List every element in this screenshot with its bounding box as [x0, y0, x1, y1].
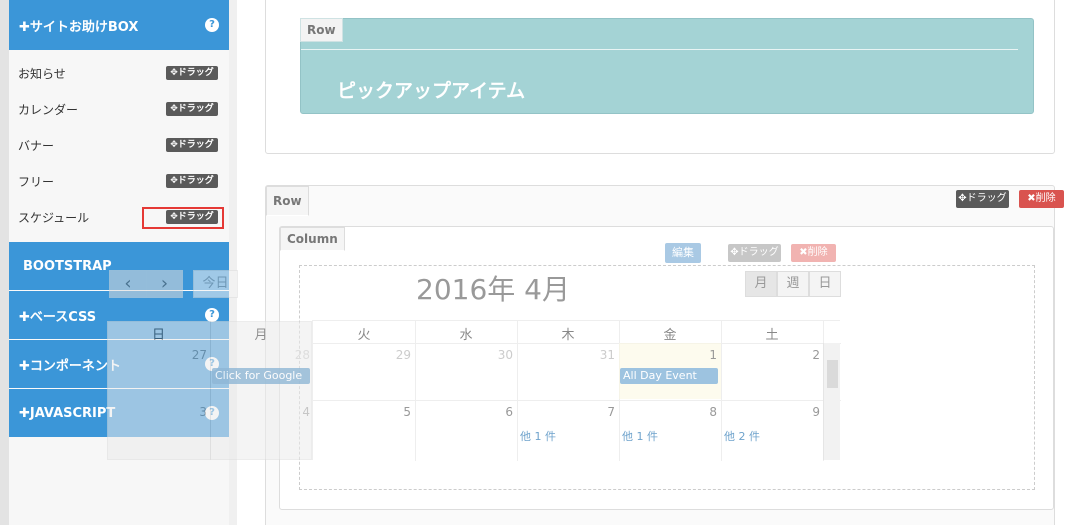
day-cell: 3 [199, 405, 207, 419]
component-label: ✚コンポーネント [19, 358, 121, 374]
sidebar-item-calendar[interactable]: カレンダー ✥ドラッグ [9, 91, 229, 127]
weekday-thu: 木 [561, 328, 575, 343]
calendar-scrollbar[interactable] [823, 343, 840, 460]
day-cell: 30 [497, 348, 513, 362]
event-all-day[interactable]: All Day Event [620, 368, 718, 384]
column-tab[interactable]: Column [280, 227, 345, 251]
help-icon[interactable]: ? [205, 18, 219, 32]
sidebar-item-label: お知らせ [18, 66, 66, 81]
today-button[interactable]: 今日 [193, 270, 238, 298]
column-edit-button[interactable]: 編集 [665, 243, 701, 263]
row-tab[interactable]: Row [300, 18, 343, 42]
row-drag-button[interactable]: ✥ドラッグ [956, 190, 1009, 208]
site-help-header[interactable]: ✚サイトお助けBOX ? [9, 0, 229, 50]
weekday-fri: 金 [663, 328, 677, 343]
javascript-label: ✚JAVASCRIPT [19, 405, 116, 421]
more-events-link[interactable]: 他 1 件 [520, 428, 556, 444]
banner-divider [301, 49, 1018, 50]
day-cell: 1 [709, 348, 717, 362]
prev-button[interactable]: ‹ [109, 270, 147, 298]
drag-handle[interactable]: ✥ドラッグ [166, 138, 218, 152]
sidebar-item-label: フリー [18, 174, 55, 189]
row-delete-button[interactable]: ✖削除 [1019, 190, 1064, 208]
day-cell: 29 [395, 348, 411, 362]
page: Row ピックアップアイテム Row ✥ドラッグ ✖削除 Column 編集 ✥… [0, 0, 1083, 525]
column-drag-button[interactable]: ✥ドラッグ [728, 244, 781, 262]
day-cell: 2 [812, 348, 820, 362]
weekday-sun: 日 [151, 328, 165, 343]
day-cell: 27 [191, 348, 207, 362]
weekday-mon: 月 [254, 328, 268, 343]
drag-handle[interactable]: ✥ドラッグ [166, 102, 218, 116]
sidebar-item-label: カレンダー [18, 102, 79, 117]
next-button[interactable]: › [146, 270, 183, 298]
day-cell: 9 [812, 405, 820, 419]
more-events-link[interactable]: 他 1 件 [622, 428, 658, 444]
highlight-box [142, 207, 224, 229]
day-cell: 8 [709, 405, 717, 419]
day-cell: 31 [599, 348, 615, 362]
drag-handle[interactable]: ✥ドラッグ [166, 66, 218, 80]
sidebar-item-banner[interactable]: バナー ✥ドラッグ [9, 127, 229, 163]
sidebar-item-label: バナー [18, 138, 55, 153]
sidebar-item-label: スケジュール [18, 210, 90, 225]
day-cell: 7 [607, 405, 615, 419]
base-css-label: ✚ベースCSS [19, 309, 97, 325]
top-banner-box[interactable]: Row ピックアップアイテム [300, 18, 1034, 114]
drag-ghost: ‹ › 今日 日 月 27 3 [107, 270, 312, 460]
drag-handle[interactable]: ✥ドラッグ [166, 174, 218, 188]
more-events-link[interactable]: 他 2 件 [724, 428, 760, 444]
site-help-label: ✚サイトお助けBOX [19, 19, 139, 35]
view-week-button[interactable]: 週 [777, 271, 809, 297]
view-month-button[interactable]: 月 [745, 271, 777, 297]
day-cell: 5 [403, 405, 411, 419]
event-google[interactable]: Click for Google [212, 368, 310, 384]
weekday-sat: 土 [765, 328, 779, 343]
bootstrap-label: BOOTSTRAP [23, 258, 112, 274]
view-day-button[interactable]: 日 [809, 271, 841, 297]
sidebar-item-free[interactable]: フリー ✥ドラッグ [9, 163, 229, 199]
calendar-title: 2016年 4月 [416, 273, 570, 306]
row-tab-2[interactable]: Row [266, 186, 309, 216]
sidebar-item-news[interactable]: お知らせ ✥ドラッグ [9, 55, 229, 91]
day-cell: 6 [505, 405, 513, 419]
sidebar-edge [0, 0, 9, 525]
column-delete-button[interactable]: ✖削除 [791, 244, 836, 262]
weekday-wed: 水 [459, 328, 473, 343]
banner-title: ピックアップアイテム [337, 80, 526, 102]
weekday-tue: 火 [357, 328, 371, 343]
